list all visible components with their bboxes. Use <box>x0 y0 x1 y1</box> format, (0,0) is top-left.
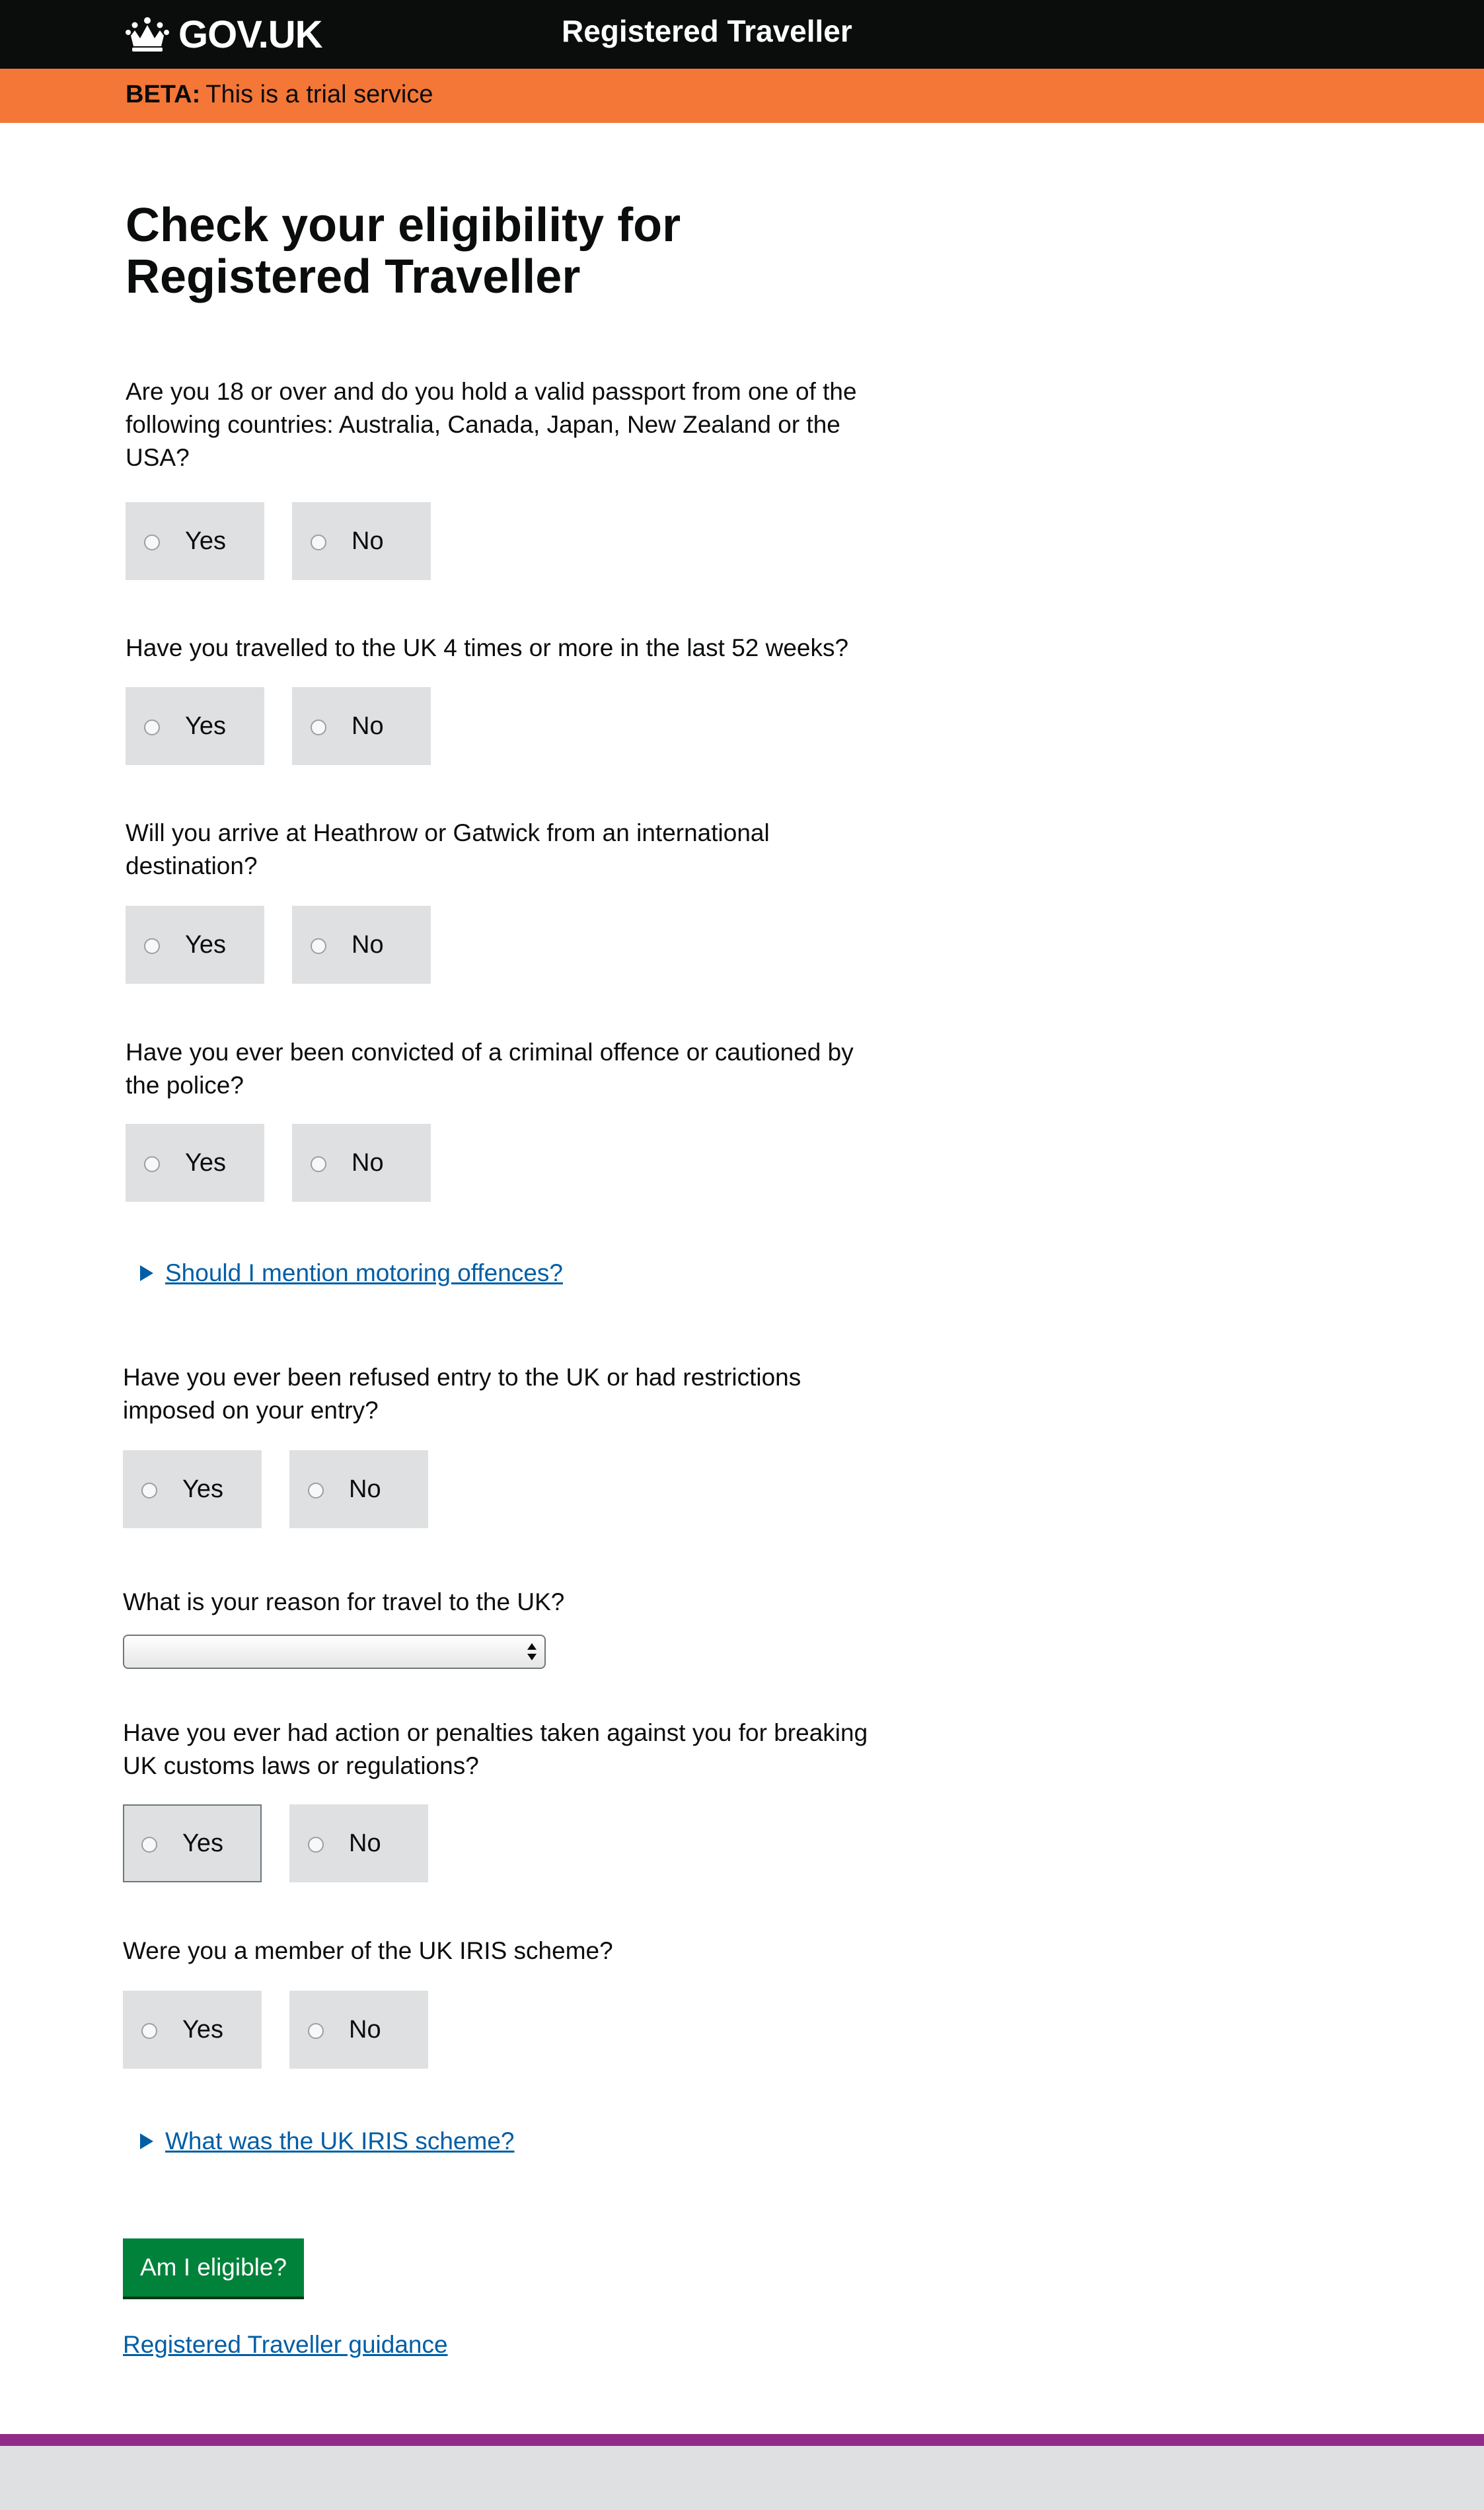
page-title: Check your eligibility for Registered Tr… <box>126 199 681 303</box>
am-i-eligible-button[interactable]: Am I eligible? <box>123 2238 304 2297</box>
radio-arrival-airport-no[interactable]: No <box>292 906 431 984</box>
radio-label: No <box>349 1475 381 1503</box>
radio-label: No <box>352 1149 384 1177</box>
radio-label: No <box>352 931 384 959</box>
crown-icon <box>126 17 169 52</box>
beta-tag: BETA: <box>126 81 201 108</box>
radio-travel-frequency-no[interactable]: No <box>292 687 431 765</box>
triangle-right-icon <box>140 1265 153 1281</box>
radio-criminal-offence-no[interactable]: No <box>292 1124 431 1202</box>
question-customs-penalties: Have you ever had action or penalties ta… <box>123 1719 868 1779</box>
question-refused-entry: Have you ever been refused entry to the … <box>123 1364 801 1424</box>
radio-customs-penalties-yes[interactable]: Yes <box>123 1804 262 1882</box>
beta-banner: BETA: This is a trial service <box>0 69 1484 123</box>
radio-button[interactable] <box>311 720 326 735</box>
radio-label: No <box>349 2016 381 2044</box>
radio-refused-entry-no[interactable]: No <box>289 1450 428 1528</box>
radio-refused-entry-yes[interactable]: Yes <box>123 1450 262 1528</box>
question-travel-reason: What is your reason for travel to the UK… <box>123 1588 565 1615</box>
question-travel-frequency: Have you travelled to the UK 4 times or … <box>126 634 849 661</box>
service-name-link[interactable]: Registered Traveller <box>562 13 852 49</box>
radio-button[interactable] <box>311 1156 326 1172</box>
govuk-logo[interactable]: GOV.UK <box>126 9 322 59</box>
radio-iris-member-no[interactable]: No <box>289 1991 428 2069</box>
radio-button[interactable] <box>144 938 160 954</box>
radio-iris-member-yes[interactable]: Yes <box>123 1991 262 2069</box>
travel-reason-select[interactable] <box>123 1635 546 1669</box>
footer-accent-bar <box>0 2434 1484 2446</box>
radio-label: Yes <box>185 1149 226 1177</box>
radio-travel-frequency-yes[interactable]: Yes <box>126 687 264 765</box>
question-criminal-offence: Have you ever been convicted of a crimin… <box>126 1039 854 1099</box>
radio-button[interactable] <box>141 1483 157 1498</box>
radio-passport-yes[interactable]: Yes <box>126 502 264 580</box>
radio-label: No <box>352 712 384 740</box>
radio-button[interactable] <box>141 2023 157 2039</box>
radio-label: No <box>352 527 384 555</box>
site-footer <box>0 2446 1484 2510</box>
details-iris-scheme[interactable]: What was the UK IRIS scheme? <box>140 2127 514 2155</box>
radio-passport-no[interactable]: No <box>292 502 431 580</box>
radio-button[interactable] <box>144 720 160 735</box>
up-down-arrows-icon <box>527 1643 537 1660</box>
radio-label: Yes <box>185 527 226 555</box>
radio-customs-penalties-no[interactable]: No <box>289 1804 428 1882</box>
logo-text: GOV.UK <box>178 13 322 56</box>
radio-label: Yes <box>182 2016 223 2044</box>
question-arrival-airport: Will you arrive at Heathrow or Gatwick f… <box>126 819 770 879</box>
site-header: GOV.UK Registered Traveller <box>0 0 1484 69</box>
radio-button[interactable] <box>141 1837 157 1853</box>
radio-label: Yes <box>182 1475 223 1503</box>
radio-button[interactable] <box>144 1156 160 1172</box>
details-motoring-link[interactable]: Should I mention motoring offences? <box>165 1259 563 1287</box>
radio-button[interactable] <box>311 938 326 954</box>
radio-button[interactable] <box>308 2023 324 2039</box>
radio-arrival-airport-yes[interactable]: Yes <box>126 906 264 984</box>
triangle-right-icon <box>140 2133 153 2149</box>
radio-button[interactable] <box>308 1837 324 1853</box>
radio-label: Yes <box>185 712 226 740</box>
radio-button[interactable] <box>311 535 326 550</box>
question-iris-member: Were you a member of the UK IRIS scheme? <box>123 1937 613 1964</box>
radio-label: No <box>349 1829 381 1857</box>
radio-button[interactable] <box>144 535 160 550</box>
question-passport: Are you 18 or over and do you hold a val… <box>126 378 857 471</box>
registered-traveller-guidance-link[interactable]: Registered Traveller guidance <box>123 2331 448 2359</box>
radio-label: Yes <box>185 931 226 959</box>
radio-criminal-offence-yes[interactable]: Yes <box>126 1124 264 1202</box>
details-iris-link[interactable]: What was the UK IRIS scheme? <box>165 2127 514 2155</box>
beta-text: This is a trial service <box>205 81 433 108</box>
radio-button[interactable] <box>308 1483 324 1498</box>
radio-label: Yes <box>182 1829 223 1857</box>
details-motoring-offences[interactable]: Should I mention motoring offences? <box>140 1259 563 1287</box>
